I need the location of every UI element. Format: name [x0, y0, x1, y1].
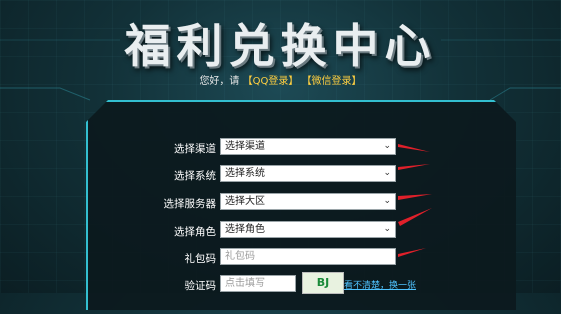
role-label: 选择角色: [174, 226, 216, 238]
role-select-value: 选择角色: [225, 224, 265, 235]
captcha-input[interactable]: 点击填写: [220, 275, 296, 292]
captcha-row: 验证码 点击填写 BJ 看不清楚，换一张: [88, 272, 516, 295]
page-title: 福利兑换中心: [124, 19, 437, 73]
channel-select[interactable]: 选择渠道 ⌄: [220, 138, 396, 155]
role-select[interactable]: 选择角色 ⌄: [220, 221, 396, 238]
server-label: 选择服务器: [163, 198, 217, 210]
gift-code-input[interactable]: 礼包码: [220, 248, 396, 265]
server-row: 选择服务器 选择大区 ⌄: [88, 193, 516, 213]
chevron-down-icon: ⌄: [383, 168, 391, 178]
gift-code-row: 礼包码 礼包码: [88, 248, 516, 268]
role-row: 选择角色 选择角色 ⌄: [88, 221, 516, 241]
arrow-icon: [398, 144, 430, 152]
server-select-value: 选择大区: [225, 196, 265, 207]
qq-login-link[interactable]: 【QQ登录】: [243, 76, 299, 87]
chevron-down-icon: ⌄: [383, 224, 391, 234]
captcha-refresh-link[interactable]: 看不清楚，换一张: [344, 278, 416, 291]
captcha-label: 验证码: [184, 280, 217, 292]
arrow-icon: [398, 208, 432, 226]
system-row: 选择系统 选择系统 ⌄: [88, 165, 516, 185]
login-prefix-text: 您好，请: [199, 76, 240, 87]
arrow-icon: [398, 248, 426, 257]
gift-code-label: 礼包码: [184, 253, 217, 265]
wechat-login-link[interactable]: 【微信登录】: [302, 76, 362, 87]
server-select[interactable]: 选择大区 ⌄: [220, 193, 396, 210]
arrow-icon: [398, 194, 432, 200]
system-label: 选择系统: [174, 170, 216, 182]
arrow-icons: [398, 144, 432, 257]
channel-select-value: 选择渠道: [225, 141, 265, 152]
captcha-image[interactable]: BJ: [302, 272, 344, 294]
system-select-value: 选择系统: [225, 168, 265, 179]
system-select[interactable]: 选择系统 ⌄: [220, 165, 396, 182]
chevron-down-icon: ⌄: [383, 196, 391, 206]
redeem-form-panel: 选择渠道 选择渠道 ⌄ 选择系统 选择系统 ⌄ 选择服务器 选择大区 ⌄ 选择角…: [86, 100, 516, 310]
channel-label: 选择渠道: [174, 143, 216, 155]
chevron-down-icon: ⌄: [383, 141, 391, 151]
login-prompt: 您好，请 【QQ登录】 【微信登录】: [0, 72, 561, 87]
arrow-icon: [398, 164, 430, 170]
channel-row: 选择渠道 选择渠道 ⌄: [88, 138, 516, 158]
